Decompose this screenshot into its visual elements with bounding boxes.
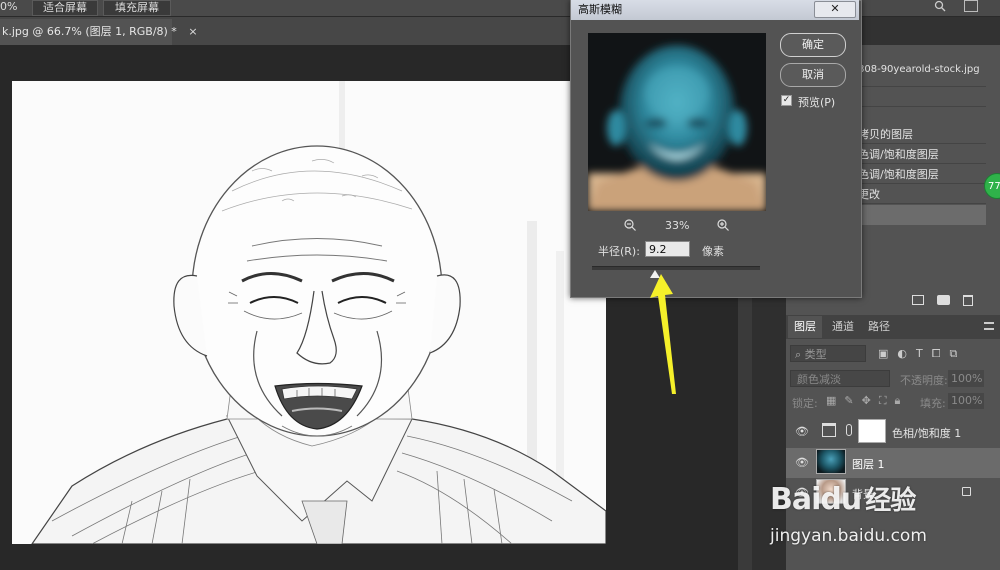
tab-paths[interactable]: 路径 <box>862 316 896 338</box>
close-icon[interactable]: × <box>188 25 197 38</box>
preview-label[interactable]: 预览(P) <box>798 94 835 110</box>
filter-preview[interactable] <box>588 33 766 211</box>
canvas-image <box>12 81 606 544</box>
blend-mode-select[interactable]: 颜色减淡 <box>790 370 890 387</box>
fill-label: 填充: <box>920 397 946 410</box>
document-tab-title: k.jpg @ 66.7% (图层 1, RGB/8) * <box>2 25 177 38</box>
radius-input[interactable] <box>645 241 690 257</box>
lock-icons[interactable]: ▦✎✥⛶🔒︎ <box>826 394 912 407</box>
radius-unit: 像素 <box>702 245 724 258</box>
tab-layers[interactable]: 图层 <box>788 316 822 338</box>
radius-slider-track[interactable] <box>592 266 760 270</box>
baidu-watermark: Baidu 经验 jingyan.baidu.com <box>770 474 998 570</box>
panel-menu-icon[interactable] <box>984 322 994 330</box>
layer-mask-thumbnail[interactable] <box>858 419 886 443</box>
opacity-label: 不透明度: <box>900 374 948 387</box>
baidu-brand: Baidu <box>770 482 862 517</box>
trash-icon[interactable] <box>963 295 973 306</box>
link-icon[interactable] <box>846 424 852 436</box>
search-icon[interactable] <box>934 0 946 12</box>
filter-kind-label: 类型 <box>804 348 827 361</box>
dialog-title: 高斯模糊 <box>578 3 622 16</box>
layer-name[interactable]: 图层 1 <box>852 456 885 472</box>
tab-channels[interactable]: 通道 <box>826 316 860 338</box>
camera-icon[interactable] <box>937 295 950 305</box>
workspace-icon[interactable] <box>964 0 978 12</box>
zoom-out-icon[interactable] <box>624 219 636 231</box>
history-snapshot-name[interactable]: 808-90yearold-stock.jpg <box>858 64 980 75</box>
layer-name[interactable]: 色相/饱和度 1 <box>892 425 961 441</box>
opacity-input[interactable]: 100% <box>948 370 984 387</box>
zoom-level: 33% <box>665 219 690 232</box>
ok-button[interactable]: 确定 <box>780 33 846 57</box>
dialog-close-button[interactable]: ✕ <box>814 1 856 18</box>
lock-label: 锁定: <box>792 397 818 410</box>
radius-label: 半径(R): <box>598 245 640 258</box>
preview-checkbox[interactable]: ✓ <box>781 95 792 106</box>
eye-icon[interactable]: 👁︎ <box>795 457 809 468</box>
new-document-from-state-icon[interactable] <box>912 295 924 305</box>
adjustment-layer-icon <box>822 423 836 437</box>
cancel-button[interactable]: 取消 <box>780 63 846 87</box>
watermark-url: jingyan.baidu.com <box>770 526 927 546</box>
zoom-percent-fragment: 0% <box>0 0 18 13</box>
baidu-logo: Baidu 经验 <box>770 480 916 517</box>
eye-icon[interactable]: 👁︎ <box>795 426 809 437</box>
search-icon: ⌕ <box>795 348 802 361</box>
layer-thumbnail[interactable] <box>816 449 846 474</box>
fill-screen-button[interactable]: 填充屏幕 <box>103 0 171 16</box>
filter-icons[interactable]: ▣◐T⧠⧉ <box>878 348 978 360</box>
annotation-arrow <box>650 274 676 394</box>
baidu-brand-cn: 经验 <box>865 486 916 516</box>
fill-input[interactable]: 100% <box>948 393 984 409</box>
fit-screen-button[interactable]: 适合屏幕 <box>32 0 98 16</box>
zoom-in-icon[interactable] <box>717 219 729 231</box>
document-tab[interactable]: k.jpg @ 66.7% (图层 1, RGB/8) * × <box>0 19 198 45</box>
filter-kind-select[interactable]: ⌕ 类型 <box>790 345 866 362</box>
